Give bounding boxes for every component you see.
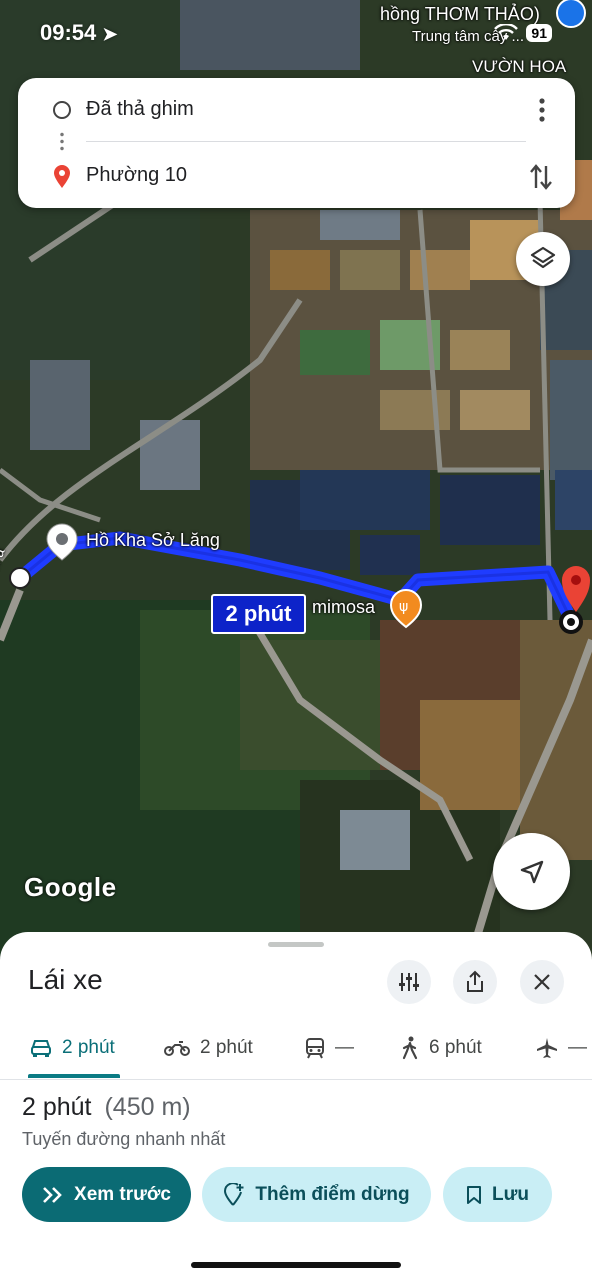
origin-input[interactable]: Đã thả ghim bbox=[86, 98, 194, 121]
layers-icon bbox=[530, 246, 556, 269]
map-label-ho-kha[interactable]: Hồ Kha Sở Lăng bbox=[86, 530, 220, 551]
add-stop-label: Thêm điểm dừng bbox=[255, 1183, 410, 1205]
travel-mode-tabs: 2 phút 2 phút — 6 phút — bbox=[0, 1028, 592, 1080]
walk-icon bbox=[402, 1036, 418, 1060]
route-dots bbox=[60, 131, 64, 153]
transit-icon bbox=[306, 1038, 324, 1059]
route-options-button[interactable] bbox=[387, 960, 431, 1004]
double-chevron-icon bbox=[43, 1186, 62, 1203]
preview-label: Xem trước bbox=[74, 1183, 171, 1205]
close-button[interactable] bbox=[520, 960, 564, 1004]
route-input-card: Đã thả ghim Phường 10 bbox=[18, 78, 575, 208]
google-logo: Google bbox=[24, 872, 117, 902]
svg-text:ψ: ψ bbox=[399, 599, 408, 615]
route-divider bbox=[86, 141, 526, 142]
directions-bottom-sheet: Lái xe 2 phút 2 phút — 6 phút — 2 phút (… bbox=[0, 932, 592, 1280]
location-arrow-icon: ➤ bbox=[102, 24, 118, 44]
mode-tab-transit[interactable]: — bbox=[305, 1028, 354, 1068]
mode-tab-car[interactable]: 2 phút bbox=[30, 1028, 115, 1068]
more-vert-icon[interactable] bbox=[532, 97, 552, 123]
eta-bubble[interactable]: 2 phút bbox=[211, 594, 306, 634]
route-start-marker bbox=[9, 567, 31, 589]
save-label: Lưu bbox=[492, 1183, 529, 1205]
satellite-map[interactable]: ψ hồng THƠM THẢO) Trung tâm cây ... VƯỜN… bbox=[0, 0, 592, 960]
home-indicator[interactable] bbox=[191, 1262, 401, 1268]
close-icon bbox=[534, 974, 550, 990]
mode-motorbike-label: 2 phút bbox=[200, 1037, 253, 1058]
motorbike-icon bbox=[164, 1041, 190, 1056]
bookmark-icon bbox=[467, 1185, 481, 1204]
preview-button[interactable]: Xem trước bbox=[22, 1167, 191, 1222]
mode-transit-label: — bbox=[335, 1037, 354, 1058]
status-time: 09:54 ➤ bbox=[40, 20, 118, 46]
mode-flight-label: — bbox=[568, 1037, 587, 1058]
mode-walk-label: 6 phút bbox=[429, 1037, 482, 1058]
active-mode-indicator bbox=[28, 1074, 120, 1078]
navigation-arrow-icon bbox=[520, 860, 543, 883]
flight-icon bbox=[537, 1038, 557, 1058]
mode-car-label: 2 phút bbox=[62, 1037, 115, 1058]
destination-pin-small-icon bbox=[54, 165, 70, 188]
start-navigation-button[interactable] bbox=[493, 833, 570, 910]
share-button[interactable] bbox=[453, 960, 497, 1004]
share-icon bbox=[467, 970, 483, 992]
destination-input[interactable]: Phường 10 bbox=[86, 164, 187, 187]
map-label-vuon-hoa[interactable]: VƯỜN HOA bbox=[472, 57, 566, 77]
car-icon bbox=[31, 1040, 51, 1057]
status-time-text: 09:54 bbox=[40, 20, 97, 45]
origin-circle-icon bbox=[53, 101, 71, 119]
route-distance: (450 m) bbox=[104, 1093, 191, 1121]
mode-tab-motorbike[interactable]: 2 phút bbox=[164, 1028, 253, 1068]
save-button[interactable]: Lưu bbox=[443, 1167, 552, 1222]
sheet-drag-handle[interactable] bbox=[268, 942, 324, 947]
add-stop-button[interactable]: Thêm điểm dừng bbox=[202, 1167, 431, 1222]
map-label-mimosa[interactable]: mimosa bbox=[312, 597, 375, 618]
swap-icon[interactable] bbox=[529, 162, 553, 192]
maps-directions-screen: ψ hồng THƠM THẢO) Trung tâm cây ... VƯỜN… bbox=[0, 0, 592, 1280]
status-right: 91 bbox=[494, 22, 552, 44]
route-note: Tuyến đường nhanh nhất bbox=[22, 1129, 226, 1149]
tune-icon bbox=[399, 973, 419, 991]
mode-tab-flight[interactable]: — bbox=[536, 1028, 587, 1068]
mode-tab-walk[interactable]: 6 phút bbox=[401, 1028, 482, 1068]
wifi-icon bbox=[494, 24, 519, 40]
add-location-icon bbox=[224, 1182, 244, 1206]
layers-button[interactable] bbox=[516, 232, 570, 286]
route-duration: 2 phút bbox=[22, 1093, 92, 1121]
battery-indicator: 91 bbox=[526, 24, 552, 42]
sheet-title: Lái xe bbox=[28, 964, 103, 995]
route-summary: 2 phút (450 m) bbox=[22, 1093, 191, 1122]
